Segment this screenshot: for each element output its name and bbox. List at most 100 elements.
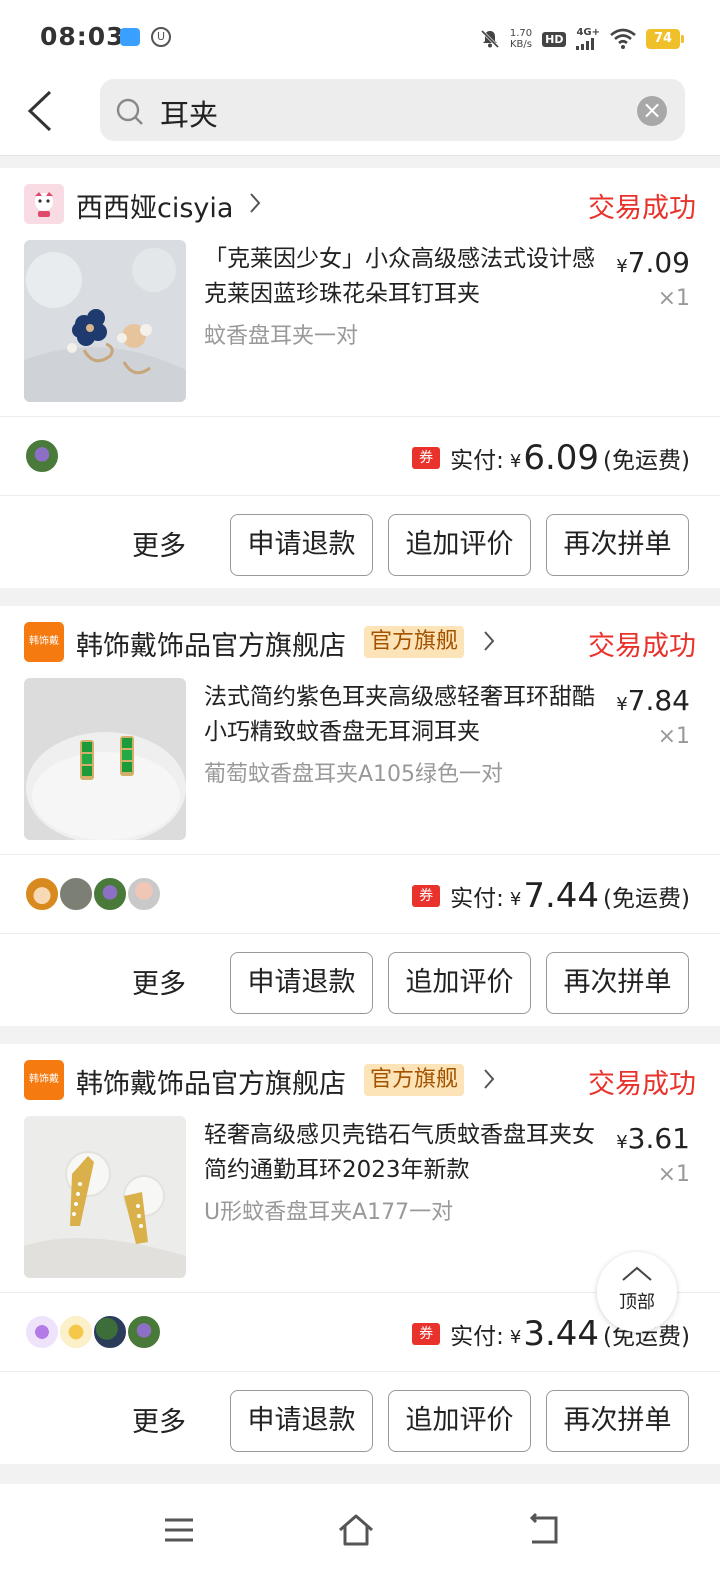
avatar bbox=[126, 876, 162, 912]
order-card: 西西娅cisyia 交易成功 「克莱因少女」小众高级感法式设计感克莱因蓝珍珠花朵… bbox=[0, 168, 720, 588]
avatar bbox=[58, 1314, 94, 1350]
shop-header[interactable]: 韩饰戴 韩饰戴饰品官方旗舰店 官方旗舰 交易成功 bbox=[24, 1060, 696, 1100]
product-title[interactable]: 「克莱因少女」小众高级感法式设计感克莱因蓝珍珠花朵耳钉耳夹 bbox=[204, 242, 596, 312]
add-review-button[interactable]: 追加评价 bbox=[388, 1390, 531, 1452]
more-button[interactable]: 更多 bbox=[132, 1400, 186, 1439]
divider bbox=[0, 854, 720, 855]
reorder-button[interactable]: 再次拼单 bbox=[546, 514, 689, 576]
shop-logo: 韩饰戴 bbox=[24, 622, 64, 662]
paid-yen: ¥ bbox=[509, 450, 522, 472]
divider bbox=[0, 1371, 720, 1372]
order-status: 交易成功 bbox=[588, 631, 696, 662]
search-query: 耳夹 bbox=[160, 98, 219, 132]
search-input[interactable]: 耳夹 × bbox=[100, 79, 685, 141]
avatar bbox=[126, 1314, 162, 1350]
avatar bbox=[24, 1314, 60, 1350]
avatar bbox=[92, 1314, 128, 1350]
quantity: ×1 bbox=[657, 286, 690, 311]
chevron-up-icon bbox=[622, 1266, 652, 1281]
clear-icon[interactable]: × bbox=[637, 96, 667, 126]
shipping-note: (免运费) bbox=[603, 448, 690, 474]
order-actions: 更多 申请退款 追加评价 再次拼单 bbox=[0, 514, 720, 576]
avatar bbox=[58, 876, 94, 912]
product-image[interactable] bbox=[24, 1116, 186, 1278]
avatar bbox=[92, 876, 128, 912]
paid-amount: 3.44 bbox=[523, 1314, 600, 1354]
shop-header[interactable]: 韩饰戴 韩饰戴饰品官方旗舰店 官方旗舰 交易成功 bbox=[24, 622, 696, 662]
product-spec: 蚊香盘耳夹一对 bbox=[204, 324, 359, 349]
add-review-button[interactable]: 追加评价 bbox=[388, 514, 531, 576]
chevron-right-icon bbox=[250, 193, 261, 213]
shop-name: 韩饰戴饰品官方旗舰店 bbox=[76, 1069, 346, 1100]
product-title[interactable]: 法式简约紫色耳夹高级感轻奢耳环甜酷小巧精致蚊香盘无耳洞耳夹 bbox=[204, 680, 596, 750]
system-nav-bar bbox=[0, 1484, 720, 1584]
order-card: 韩饰戴 韩饰戴饰品官方旗舰店 官方旗舰 交易成功 法式简约紫色耳夹高级感轻奢耳环… bbox=[0, 606, 720, 1026]
wifi-icon bbox=[610, 28, 636, 49]
official-store-badge: 官方旗舰 bbox=[364, 1064, 465, 1096]
group-avatars bbox=[24, 876, 162, 914]
refund-button[interactable]: 申请退款 bbox=[230, 514, 373, 576]
shop-logo: 韩饰戴 bbox=[24, 1060, 64, 1100]
paid-row: 券 实付: ¥ 7.44 (免运费) bbox=[412, 874, 690, 918]
paid-amount: 7.44 bbox=[523, 876, 600, 916]
back-to-top-button[interactable]: 顶部 bbox=[597, 1252, 677, 1332]
more-button[interactable]: 更多 bbox=[132, 524, 186, 563]
product-spec: 葡萄蚊香盘耳夹A105绿色一对 bbox=[204, 762, 504, 787]
reorder-button[interactable]: 再次拼单 bbox=[546, 1390, 689, 1452]
paid-label: 实付: bbox=[450, 1324, 504, 1350]
battery-icon: 74 bbox=[646, 29, 684, 49]
divider bbox=[0, 495, 720, 496]
coupon-badge: 券 bbox=[412, 447, 441, 469]
refund-button[interactable]: 申请退款 bbox=[230, 952, 373, 1014]
paid-yen: ¥ bbox=[509, 1326, 522, 1348]
quantity: ×1 bbox=[657, 1162, 690, 1187]
chevron-right-icon bbox=[484, 1069, 495, 1089]
unit-price: ¥7.84 bbox=[616, 684, 690, 717]
shop-header[interactable]: 西西娅cisyia 交易成功 bbox=[24, 184, 696, 224]
product-title[interactable]: 轻奢高级感贝壳锆石气质蚊香盘耳夹女简约通勤耳环2023年新款 bbox=[204, 1118, 596, 1188]
network-speed: 1.70 KB/s bbox=[509, 28, 533, 50]
back-nav-icon[interactable] bbox=[522, 1508, 566, 1552]
cellular-signal-icon: 4G+ bbox=[576, 28, 600, 50]
product-image[interactable] bbox=[24, 678, 186, 840]
mute-bell-icon bbox=[480, 29, 499, 49]
search-icon bbox=[116, 98, 143, 125]
shop-name: 韩饰戴饰品官方旗舰店 bbox=[76, 631, 346, 662]
paid-row: 券 实付: ¥ 6.09 (免运费) bbox=[412, 436, 690, 480]
more-button[interactable]: 更多 bbox=[132, 962, 186, 1001]
coupon-badge: 券 bbox=[412, 885, 441, 907]
status-indicators: 1.70 KB/s HD 4G+ 74 bbox=[480, 24, 684, 54]
notification-app-icon bbox=[120, 28, 140, 46]
quantity: ×1 bbox=[657, 724, 690, 749]
status-time: 08:03 bbox=[40, 22, 125, 51]
avatar bbox=[24, 876, 60, 912]
order-actions: 更多 申请退款 追加评价 再次拼单 bbox=[0, 1390, 720, 1452]
unit-price: ¥3.61 bbox=[616, 1122, 690, 1155]
official-store-badge: 官方旗舰 bbox=[364, 626, 465, 658]
divider bbox=[0, 933, 720, 934]
hd-badge: HD bbox=[542, 31, 567, 47]
product-spec: U形蚊香盘耳夹A177一对 bbox=[204, 1200, 454, 1225]
menu-icon[interactable] bbox=[157, 1508, 201, 1552]
paid-yen: ¥ bbox=[509, 888, 522, 910]
back-to-top-label: 顶部 bbox=[619, 1292, 655, 1313]
order-card: 韩饰戴 韩饰戴饰品官方旗舰店 官方旗舰 交易成功 轻奢高级感贝壳锆石气质蚊香盘耳… bbox=[0, 1044, 720, 1464]
chevron-right-icon bbox=[484, 631, 495, 651]
reorder-button[interactable]: 再次拼单 bbox=[546, 952, 689, 1014]
group-avatars bbox=[24, 1314, 162, 1352]
chevron-left-icon[interactable] bbox=[24, 86, 60, 136]
order-status: 交易成功 bbox=[588, 193, 696, 224]
status-bar: 08:03 U 1.70 KB/s HD 4G+ 74 bbox=[0, 0, 720, 76]
unit-price: ¥7.09 bbox=[616, 246, 690, 279]
divider bbox=[0, 416, 720, 417]
notification-app-icon-2: U bbox=[151, 27, 171, 47]
group-avatars bbox=[24, 438, 60, 476]
product-image[interactable] bbox=[24, 240, 186, 402]
home-icon[interactable] bbox=[334, 1508, 378, 1552]
add-review-button[interactable]: 追加评价 bbox=[388, 952, 531, 1014]
order-status: 交易成功 bbox=[588, 1069, 696, 1100]
refund-button[interactable]: 申请退款 bbox=[230, 1390, 373, 1452]
paid-amount: 6.09 bbox=[523, 438, 600, 478]
paid-label: 实付: bbox=[450, 886, 504, 912]
paid-label: 实付: bbox=[450, 448, 504, 474]
